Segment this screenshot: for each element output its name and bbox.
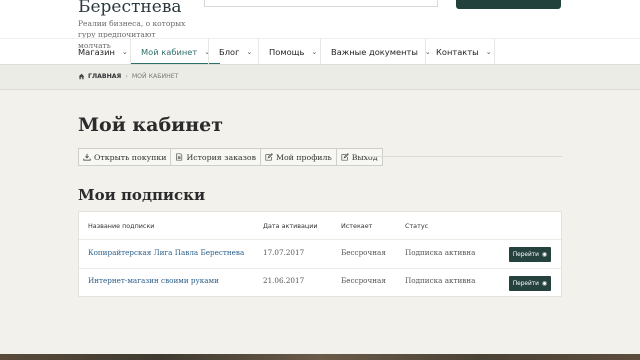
document-icon: [176, 153, 183, 161]
chevron-down-icon: ⌄: [311, 47, 318, 56]
expires-value: Бессрочная: [341, 276, 386, 285]
search-input[interactable]: [204, 0, 438, 7]
status-text: Подписка активна: [405, 276, 476, 285]
go-button-label: Перейти: [512, 251, 539, 258]
column-header-status: Статус: [405, 222, 429, 230]
table-row: Копирайтерская Лига Павла Берестнева 17.…: [79, 239, 561, 267]
subscriptions-table: Название подписки Дата активации Истекае…: [78, 211, 562, 297]
edit-icon: [341, 153, 349, 161]
nav-divider: [258, 39, 259, 64]
nav-item-label: Магазин: [78, 46, 115, 57]
nav-item-contacts[interactable]: Контакты ⌄: [436, 39, 502, 64]
nav-item-help[interactable]: Помощь ⌄: [269, 39, 327, 64]
header-button[interactable]: [456, 0, 561, 9]
breadcrumb: ГЛАВНАЯ › МОЙ КАБИНЕТ: [78, 73, 178, 80]
eye-icon: ◉: [541, 280, 548, 287]
chevron-down-icon: ⌄: [246, 47, 253, 56]
table-row: Интернет-магазин своими руками 21.06.201…: [79, 268, 561, 296]
breadcrumb-separator: ›: [125, 73, 128, 80]
subscriptions-title: Мои подписки: [78, 186, 206, 204]
column-header-activated: Дата активации: [263, 222, 318, 230]
chevron-down-icon: ⌄: [121, 47, 128, 56]
nav-item-label: Блог: [219, 46, 240, 57]
nav-divider: [320, 39, 321, 64]
activation-date: 17.07.2017: [263, 248, 305, 257]
nav-divider: [208, 39, 209, 64]
activation-date: 21.06.2017: [263, 276, 305, 285]
nav-item-blog[interactable]: Блог ⌄: [219, 39, 262, 64]
nav-item-label: Важные документы: [331, 46, 418, 57]
nav-item-label: Мой кабинет: [141, 46, 198, 57]
subscription-name-link[interactable]: Интернет-магазин своими руками: [88, 276, 219, 285]
site-header: Берестнева Реалии бизнеса, о которых гур…: [0, 0, 640, 65]
breadcrumb-home[interactable]: ГЛАВНАЯ: [88, 73, 121, 80]
go-button[interactable]: Перейти ◉: [509, 247, 551, 262]
download-icon: [83, 153, 91, 161]
nav-divider: [130, 39, 131, 64]
chevron-down-icon: ⌄: [485, 47, 492, 56]
tab-label: Открыть покупки: [94, 152, 167, 162]
subscription-name-link[interactable]: Копирайтерская Лига Павла Берестнева: [88, 248, 244, 257]
breadcrumb-current: МОЙ КАБИНЕТ: [131, 73, 179, 80]
home-icon: [78, 73, 85, 80]
tab-label: Мой профиль: [275, 152, 332, 162]
tab-logout[interactable]: Выход: [337, 149, 382, 165]
account-tabs: Открыть покупки История заказов Мой проф…: [78, 148, 383, 166]
edit-icon: [265, 153, 273, 161]
tab-downloads[interactable]: Открыть покупки: [79, 149, 172, 165]
expires-value: Бессрочная: [341, 248, 386, 257]
tab-label: История заказов: [186, 152, 256, 162]
footer-image: [0, 354, 640, 360]
tab-orders[interactable]: История заказов: [171, 149, 261, 165]
tabs-divider: [366, 156, 562, 157]
tab-profile[interactable]: Мой профиль: [261, 149, 337, 165]
tab-label: Выход: [351, 152, 378, 162]
go-button-label: Перейти: [512, 280, 539, 287]
eye-icon: ◉: [541, 251, 548, 258]
main-nav: Магазин ⌄ Мой кабинет ⌄ Блог ⌄ Помощь ⌄ …: [0, 38, 640, 65]
nav-divider: [494, 39, 495, 64]
go-button[interactable]: Перейти ◉: [509, 276, 551, 291]
nav-divider: [425, 39, 426, 64]
page-title: Мой кабинет: [78, 114, 223, 136]
column-header-name: Название подписки: [88, 222, 155, 230]
column-header-expires: Истекает: [341, 222, 373, 230]
nav-item-label: Контакты: [436, 46, 479, 57]
nav-item-label: Помощь: [269, 46, 305, 57]
site-title[interactable]: Берестнева: [78, 0, 182, 17]
status-text: Подписка активна: [405, 248, 476, 257]
nav-item-shop[interactable]: Магазин ⌄: [78, 39, 138, 64]
